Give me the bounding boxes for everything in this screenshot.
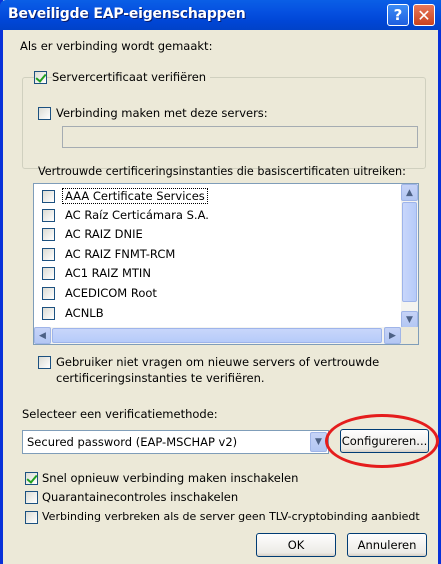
fast-reconnect-checkbox[interactable] bbox=[25, 472, 38, 485]
list-item-checkbox[interactable] bbox=[42, 248, 55, 261]
configure-button[interactable]: Configureren... bbox=[340, 429, 429, 453]
scrollbar-corner bbox=[401, 327, 418, 344]
scroll-down-icon[interactable]: ▼ bbox=[401, 311, 418, 328]
list-item[interactable]: AC RAIZ DNIE bbox=[34, 225, 394, 244]
no-prompt-label-line2: certificeringsinstanties te verifiëren. bbox=[56, 371, 265, 385]
server-verification-group bbox=[22, 77, 426, 169]
list-item-label: AAA Certificate Services bbox=[62, 188, 208, 204]
verify-cert-checkbox[interactable] bbox=[34, 71, 47, 84]
list-item[interactable]: AC1 RAIZ MTIN bbox=[34, 264, 394, 283]
quarantine-checkbox[interactable] bbox=[25, 491, 38, 504]
connect-servers-label: Verbinding maken met deze servers: bbox=[56, 106, 268, 120]
scroll-left-icon[interactable]: ◀ bbox=[34, 327, 51, 344]
tlv-disconnect-checkbox[interactable] bbox=[25, 511, 38, 524]
list-item-checkbox[interactable] bbox=[42, 267, 55, 280]
list-item-checkbox[interactable] bbox=[42, 228, 55, 241]
vertical-scrollbar[interactable]: ▲ ▼ bbox=[401, 184, 418, 328]
scroll-right-icon[interactable]: ▶ bbox=[384, 327, 401, 344]
chevron-down-icon[interactable]: ▼ bbox=[310, 432, 327, 452]
help-icon: ? bbox=[393, 6, 403, 24]
verify-cert-label: Servercertificaat verifiëren bbox=[52, 70, 211, 84]
ok-button[interactable]: OK bbox=[256, 533, 336, 557]
method-select-value: Secured password (EAP-MSCHAP v2) bbox=[27, 435, 238, 449]
list-item-label: AC RAIZ DNIE bbox=[65, 227, 143, 241]
horizontal-scroll-thumb[interactable] bbox=[52, 328, 382, 343]
title-bar: Beveiligde EAP-eigenschappen ? ✕ bbox=[0, 0, 441, 30]
list-item-label: AC RAIZ FNMT-RCM bbox=[65, 247, 176, 261]
list-item-checkbox[interactable] bbox=[42, 209, 55, 222]
connect-label: Als er verbinding wordt gemaakt: bbox=[20, 39, 213, 53]
no-prompt-label-line1: Gebruiker niet vragen om nieuwe servers … bbox=[56, 355, 380, 369]
fast-reconnect-label: Snel opnieuw verbinding maken inschakele… bbox=[42, 471, 299, 485]
verification-method-select[interactable]: Secured password (EAP-MSCHAP v2) ▼ bbox=[22, 430, 329, 454]
list-item[interactable]: AC Raíz Certicámara S.A. bbox=[34, 206, 394, 225]
connect-servers-checkbox[interactable] bbox=[38, 107, 51, 120]
trusted-ca-label: Vertrouwde certificeringsinstanties die … bbox=[38, 165, 406, 178]
list-item-label: AC1 RAIZ MTIN bbox=[65, 266, 151, 280]
list-item[interactable]: AAA Certificate Services bbox=[34, 187, 394, 206]
list-item-label: ACEDICOM Root bbox=[65, 286, 157, 300]
vertical-scroll-thumb[interactable] bbox=[402, 202, 417, 302]
list-item-label: ACNLB bbox=[65, 306, 104, 320]
list-item[interactable]: ACNLB bbox=[34, 304, 394, 323]
cancel-button[interactable]: Annuleren bbox=[347, 533, 427, 557]
no-prompt-checkbox[interactable] bbox=[38, 356, 51, 369]
list-item-checkbox[interactable] bbox=[42, 190, 55, 203]
help-button[interactable]: ? bbox=[387, 4, 409, 26]
quarantine-label: Quarantainecontroles inschakelen bbox=[42, 490, 239, 504]
list-item[interactable]: AC RAIZ FNMT-RCM bbox=[34, 245, 394, 264]
list-item-checkbox[interactable] bbox=[42, 307, 55, 320]
dialog-title: Beveiligde EAP-eigenschappen bbox=[8, 6, 246, 22]
tlv-disconnect-label: Verbinding verbreken als de server geen … bbox=[42, 510, 420, 523]
servers-field bbox=[62, 126, 418, 148]
method-label: Selecteer een verificatiemethode: bbox=[22, 407, 218, 421]
list-item[interactable]: ACEDICOM Root bbox=[34, 284, 394, 303]
close-icon: ✕ bbox=[417, 5, 431, 25]
horizontal-scrollbar[interactable]: ◀ ▶ bbox=[34, 327, 401, 344]
close-button[interactable]: ✕ bbox=[413, 4, 435, 26]
list-item-label: AC Raíz Certicámara S.A. bbox=[65, 208, 209, 222]
list-item-checkbox[interactable] bbox=[42, 287, 55, 300]
scroll-up-icon[interactable]: ▲ bbox=[401, 184, 418, 201]
trusted-ca-list[interactable]: AAA Certificate Services AC Raíz Certicá… bbox=[33, 183, 419, 345]
